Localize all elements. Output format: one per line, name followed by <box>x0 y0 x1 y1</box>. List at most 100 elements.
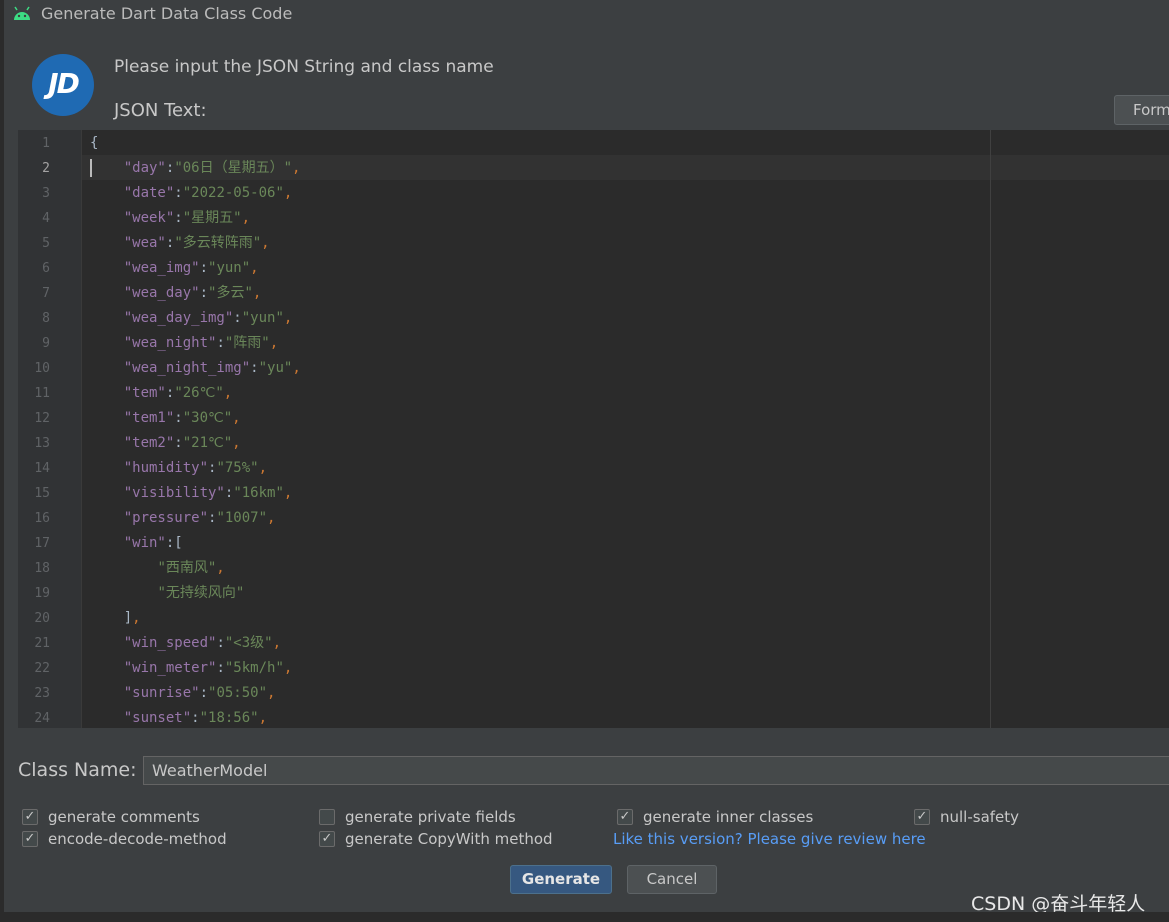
checkbox-icon[interactable]: ✓ <box>617 809 633 825</box>
line-number: 22 <box>34 661 50 676</box>
line-number: 13 <box>34 436 50 451</box>
option-label: generate comments <box>48 808 200 826</box>
code-line[interactable]: 14 "humidity":"75%", <box>18 456 1169 481</box>
code-line[interactable]: 4 "week":"星期五", <box>18 206 1169 231</box>
line-number: 2 <box>42 161 50 176</box>
checkbox-icon[interactable]: ✓ <box>22 809 38 825</box>
code-text: "wea_night":"阵雨", <box>123 335 279 351</box>
line-number: 14 <box>34 461 50 476</box>
line-number: 8 <box>42 311 50 326</box>
text-caret <box>90 159 92 177</box>
code-line[interactable]: 20 ], <box>18 606 1169 631</box>
code-text: "tem":"26℃", <box>123 385 233 401</box>
line-number: 18 <box>34 561 50 576</box>
line-number: 5 <box>42 236 50 251</box>
class-name-label: Class Name: <box>18 759 137 781</box>
json-editor[interactable]: 1{2 "day":"06日（星期五）", 3 "date":"2022-05-0… <box>18 130 1169 728</box>
code-text: "week":"星期五", <box>123 210 251 226</box>
code-line[interactable]: 9 "wea_night":"阵雨", <box>18 331 1169 356</box>
line-number: 7 <box>42 286 50 301</box>
code-text: "西南风", <box>157 560 225 576</box>
line-number: 19 <box>34 586 50 601</box>
code-text: "tem2":"21℃", <box>123 435 241 451</box>
code-line[interactable]: 10 "wea_night_img":"yu", <box>18 356 1169 381</box>
code-text: "pressure":"1007", <box>123 510 276 526</box>
code-text: "wea_day_img":"yun", <box>123 310 293 326</box>
line-number: 9 <box>42 336 50 351</box>
line-number: 6 <box>42 261 50 276</box>
code-text: "visibility":"16km", <box>123 485 293 501</box>
line-number: 11 <box>34 386 50 401</box>
code-text: "tem1":"30℃", <box>123 410 241 426</box>
option-label: null-safety <box>940 808 1020 826</box>
checkbox-icon[interactable]: ✓ <box>319 831 335 847</box>
code-text: ], <box>90 610 141 626</box>
code-line[interactable]: 21 "win_speed":"<3级", <box>18 631 1169 656</box>
line-number: 17 <box>34 536 50 551</box>
code-text: "win_speed":"<3级", <box>123 635 282 651</box>
line-number: 10 <box>34 361 50 376</box>
format-button[interactable]: Form <box>1114 95 1169 125</box>
option-label: generate CopyWith method <box>345 830 553 848</box>
line-number: 3 <box>42 186 50 201</box>
code-text: "humidity":"75%", <box>123 460 268 476</box>
jd-logo: JD <box>32 54 94 116</box>
code-line[interactable]: 18 "西南风", <box>18 556 1169 581</box>
code-text: "sunset":"18:56", <box>123 710 268 726</box>
code-line[interactable]: 19 "无持续风向" <box>18 581 1169 606</box>
code-text: "sunrise":"05:50", <box>123 685 276 701</box>
code-line[interactable]: 15 "visibility":"16km", <box>18 481 1169 506</box>
code-line[interactable]: 13 "tem2":"21℃", <box>18 431 1169 456</box>
bottom-edge <box>4 912 1169 922</box>
line-number: 15 <box>34 486 50 501</box>
option-label: generate private fields <box>345 808 516 826</box>
line-number: 24 <box>34 711 50 726</box>
code-line[interactable]: 24 "sunset":"18:56", <box>18 706 1169 728</box>
code-line[interactable]: 2 "day":"06日（星期五）", <box>18 156 1169 181</box>
code-text: "win_meter":"5km/h", <box>123 660 293 676</box>
code-text: "date":"2022-05-06", <box>123 185 293 201</box>
code-line[interactable]: 12 "tem1":"30℃", <box>18 406 1169 431</box>
code-text: "day":"06日（星期五）", <box>123 160 301 176</box>
code-line[interactable]: 11 "tem":"26℃", <box>18 381 1169 406</box>
option-label: generate inner classes <box>643 808 814 826</box>
cancel-button[interactable]: Cancel <box>627 865 717 894</box>
prompt-text: Please input the JSON String and class n… <box>114 57 494 77</box>
title-bar: Generate Dart Data Class Code <box>4 0 1169 28</box>
logo-text: JD <box>48 67 80 100</box>
line-number: 12 <box>34 411 50 426</box>
code-line[interactable]: 6 "wea_img":"yun", <box>18 256 1169 281</box>
code-line[interactable]: 1{ <box>18 131 1169 156</box>
code-line[interactable]: 22 "win_meter":"5km/h", <box>18 656 1169 681</box>
code-line[interactable]: 8 "wea_day_img":"yun", <box>18 306 1169 331</box>
code-line[interactable]: 16 "pressure":"1007", <box>18 506 1169 531</box>
generate-button[interactable]: Generate <box>510 865 612 894</box>
line-number: 1 <box>42 136 50 151</box>
line-number: 20 <box>34 611 50 626</box>
code-text: "wea":"多云转阵雨", <box>123 235 270 251</box>
class-name-input[interactable]: WeatherModel <box>143 756 1169 785</box>
code-text: "wea_day":"多云", <box>123 285 262 301</box>
left-window-edge <box>0 0 4 922</box>
checkbox-icon[interactable] <box>319 809 335 825</box>
line-number: 23 <box>34 686 50 701</box>
code-line[interactable]: 5 "wea":"多云转阵雨", <box>18 231 1169 256</box>
android-icon <box>14 6 30 20</box>
code-line[interactable]: 17 "win":[ <box>18 531 1169 556</box>
code-text: "wea_night_img":"yu", <box>123 360 301 376</box>
code-line[interactable]: 7 "wea_day":"多云", <box>18 281 1169 306</box>
code-line[interactable]: 3 "date":"2022-05-06", <box>18 181 1169 206</box>
checkbox-icon[interactable]: ✓ <box>22 831 38 847</box>
line-number: 21 <box>34 636 50 651</box>
line-number: 4 <box>42 211 50 226</box>
checkbox-icon[interactable]: ✓ <box>914 809 930 825</box>
review-link[interactable]: Like this version? Please give review he… <box>613 830 926 848</box>
line-number: 16 <box>34 511 50 526</box>
option-label: encode-decode-method <box>48 830 227 848</box>
code-text: "win":[ <box>123 535 183 551</box>
code-text: "无持续风向" <box>157 585 245 601</box>
json-text-label: JSON Text: <box>114 100 207 121</box>
code-line[interactable]: 23 "sunrise":"05:50", <box>18 681 1169 706</box>
code-text: "wea_img":"yun", <box>123 260 259 276</box>
code-text: { <box>90 135 99 151</box>
